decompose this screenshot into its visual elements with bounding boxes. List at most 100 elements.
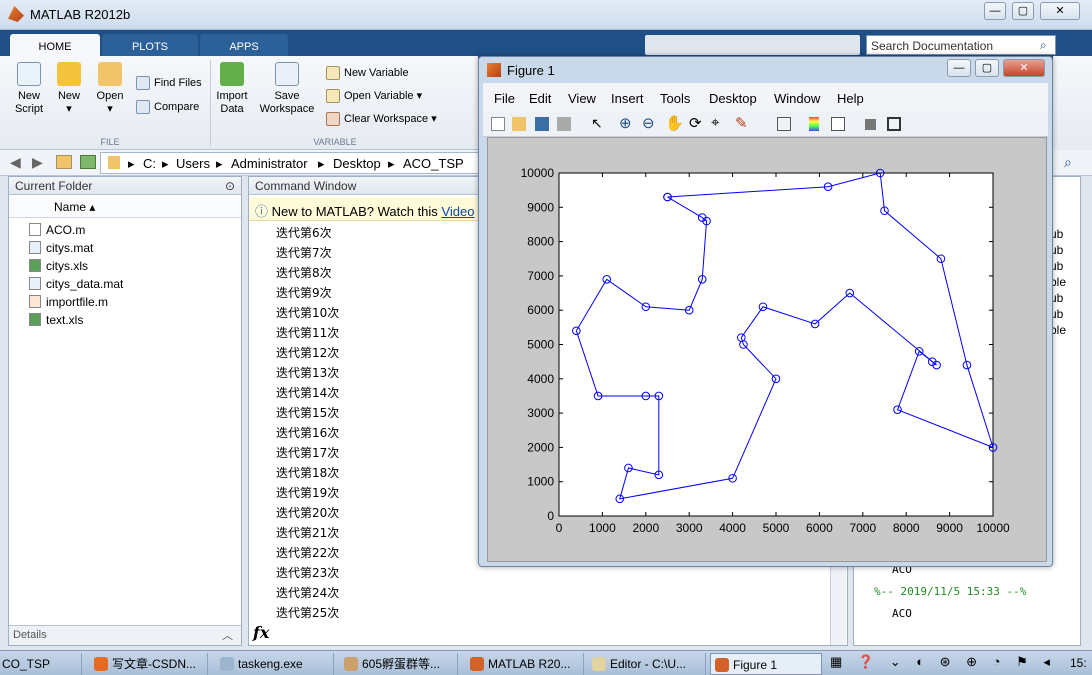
file-item[interactable]: text.xls xyxy=(29,311,83,329)
figure-maximize-button[interactable]: ▢ xyxy=(975,59,999,77)
video-link[interactable]: Video xyxy=(441,204,474,219)
menu-insert[interactable]: Insert xyxy=(611,91,644,106)
data-cursor-icon[interactable]: ⌖ xyxy=(711,114,719,131)
rotate-icon[interactable]: ⟳ xyxy=(689,114,702,132)
x-tick-label: 8000 xyxy=(893,521,920,535)
menu-help[interactable]: Help xyxy=(837,91,864,106)
file-item[interactable]: citys_data.mat xyxy=(29,275,123,293)
panel-menu-icon[interactable]: ⊙ xyxy=(225,179,235,193)
browse-folder-icon[interactable] xyxy=(80,155,96,169)
open-file-icon[interactable] xyxy=(512,117,526,131)
y-tick-label: 2000 xyxy=(527,440,554,454)
file-item[interactable]: importfile.m xyxy=(29,293,108,311)
folder-column-header[interactable]: Name ▴ xyxy=(9,198,241,218)
quick-access-toolbar xyxy=(645,35,860,55)
brush-icon[interactable]: ✎ xyxy=(735,114,748,132)
current-folder-panel: Current Folder ⊙ Name ▴ ACO.m citys.mat … xyxy=(8,176,242,646)
menu-window[interactable]: Window xyxy=(774,91,820,106)
breadcrumb-sep: ▸ xyxy=(216,156,223,171)
breadcrumb-administrator[interactable]: Administrator xyxy=(231,156,308,171)
menu-edit[interactable]: Edit xyxy=(529,91,551,106)
menu-view[interactable]: View xyxy=(568,91,596,106)
close-button[interactable]: ✕ xyxy=(1040,2,1080,20)
excel-file-icon xyxy=(29,259,41,272)
x-tick-label: 6000 xyxy=(806,521,833,535)
command-output-line: 迭代第15次 xyxy=(276,406,340,420)
colorbar-icon[interactable] xyxy=(809,117,819,131)
figure-minimize-button[interactable]: — xyxy=(947,59,971,77)
history-session[interactable]: %-- 2019/11/5 15:33 --% xyxy=(874,585,1026,598)
file-item[interactable]: ACO.m xyxy=(29,221,85,239)
taskbar-item[interactable]: 605孵蛋群等... xyxy=(340,653,458,675)
command-output-line: 迭代第16次 xyxy=(276,426,340,440)
menu-tools[interactable]: Tools xyxy=(660,91,690,106)
show-plot-tools-icon[interactable] xyxy=(887,117,901,131)
link-plot-icon[interactable] xyxy=(777,117,791,131)
menu-desktop[interactable]: Desktop xyxy=(709,91,757,106)
save-workspace-button[interactable]: Save Workspace xyxy=(258,62,316,116)
hide-plot-tools-icon[interactable] xyxy=(865,119,876,130)
find-files-button[interactable]: Find Files xyxy=(136,76,202,90)
legend-icon[interactable] xyxy=(831,117,845,131)
taskbar-item[interactable]: CO_TSP xyxy=(0,653,82,675)
new-figure-icon[interactable] xyxy=(491,117,505,131)
import-data-button[interactable]: Import Data xyxy=(214,62,250,116)
breadcrumb-aco-tsp[interactable]: ACO_TSP xyxy=(403,156,464,171)
breadcrumb-users[interactable]: Users xyxy=(176,156,210,171)
file-item[interactable]: citys.xls xyxy=(29,257,88,275)
info-icon: ⓘ xyxy=(255,204,269,219)
import-data-icon xyxy=(220,62,244,86)
taskbar-item[interactable]: Editor - C:\U... xyxy=(588,653,706,675)
search-icon[interactable]: ⌕ xyxy=(1064,154,1072,171)
y-tick-label: 10000 xyxy=(521,166,555,180)
command-output-line: 迭代第19次 xyxy=(276,486,340,500)
pointer-icon[interactable]: ↖ xyxy=(591,115,603,132)
compare-button[interactable]: Compare xyxy=(136,100,199,114)
search-icon[interactable]: ⌕ xyxy=(1040,38,1047,53)
up-folder-icon[interactable] xyxy=(56,155,72,169)
save-icon[interactable] xyxy=(535,117,549,131)
search-input[interactable]: Search Documentation xyxy=(866,35,1056,55)
breadcrumb-desktop[interactable]: Desktop xyxy=(333,156,381,171)
chevron-up-icon[interactable]: ︿ xyxy=(222,627,233,643)
x-tick-label: 2000 xyxy=(632,521,659,535)
back-icon[interactable]: ◀ xyxy=(10,154,21,171)
breadcrumb-drive[interactable]: C: xyxy=(143,156,156,171)
history-item[interactable]: ACO xyxy=(892,607,912,620)
mat-file-icon xyxy=(29,241,41,254)
new-button[interactable]: New ▾ xyxy=(54,62,84,116)
details-pane[interactable]: Details ︿ xyxy=(9,625,241,645)
system-tray: ▦ ❓ ⌄ ◐ ⊛ ⊕ ◔ ⚑ ◂ xyxy=(830,654,1056,669)
clear-workspace-button[interactable]: Clear Workspace ▾ xyxy=(326,112,437,127)
print-icon[interactable] xyxy=(557,117,571,131)
file-item[interactable]: citys.mat xyxy=(29,239,93,257)
command-output-line: 迭代第23次 xyxy=(276,566,340,580)
matlab-logo-icon xyxy=(8,6,24,22)
taskbar-item[interactable]: 写文章-CSDN... xyxy=(90,653,208,675)
matlab-icon xyxy=(470,657,484,671)
zoom-out-icon[interactable]: ⊖ xyxy=(642,114,655,132)
open-button[interactable]: Open ▾ xyxy=(94,62,126,116)
taskbar-item[interactable]: taskeng.exe xyxy=(216,653,334,675)
figure-window: Figure 1 — ▢ ✕ File Edit View Insert Too… xyxy=(478,56,1053,567)
taskbar-item[interactable]: MATLAB R20... xyxy=(466,653,584,675)
figure-close-button[interactable]: ✕ xyxy=(1003,59,1045,77)
function-file-icon xyxy=(29,295,41,308)
ribbon: New Script New ▾ Open ▾ Find Files Compare… xyxy=(0,56,478,150)
pan-icon[interactable]: ✋ xyxy=(665,114,684,132)
y-tick-label: 4000 xyxy=(527,372,554,386)
zoom-in-icon[interactable]: ⊕ xyxy=(619,114,632,132)
minimize-button[interactable]: — xyxy=(984,2,1006,20)
open-variable-button[interactable]: Open Variable ▾ xyxy=(326,89,422,104)
new-variable-button[interactable]: New Variable xyxy=(326,66,409,80)
maximize-button[interactable]: ▢ xyxy=(1012,2,1034,20)
menu-file[interactable]: File xyxy=(494,91,515,106)
command-output-line: 迭代第17次 xyxy=(276,446,340,460)
forward-icon[interactable]: ▶ xyxy=(32,154,43,171)
y-tick-label: 6000 xyxy=(527,303,554,317)
new-script-button[interactable]: New Script xyxy=(10,62,48,116)
compare-icon xyxy=(136,100,150,114)
ribbon-right-area xyxy=(1053,56,1092,150)
command-output-line: 迭代第22次 xyxy=(276,546,340,560)
taskbar-item-active[interactable]: Figure 1 xyxy=(710,653,822,675)
